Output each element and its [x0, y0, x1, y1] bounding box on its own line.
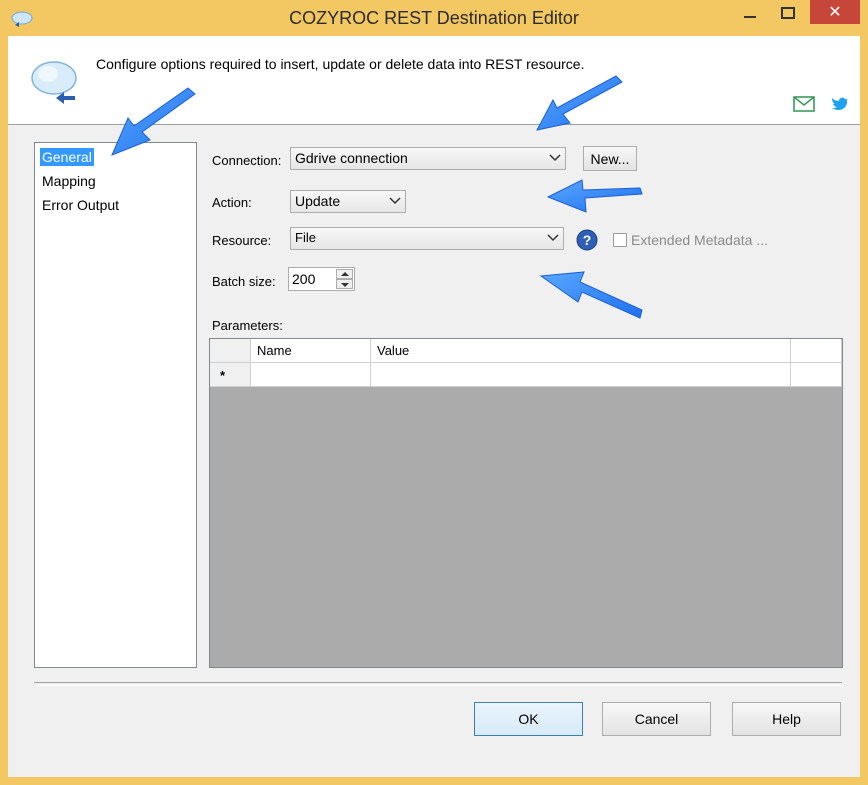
- arrow-annotation-general: [111, 87, 196, 156]
- arrow-annotation-resource: [539, 271, 643, 319]
- arrow-annotation-connection: [536, 75, 623, 131]
- annotation-arrows: [111, 75, 643, 319]
- arrow-annotation-action: [546, 179, 643, 213]
